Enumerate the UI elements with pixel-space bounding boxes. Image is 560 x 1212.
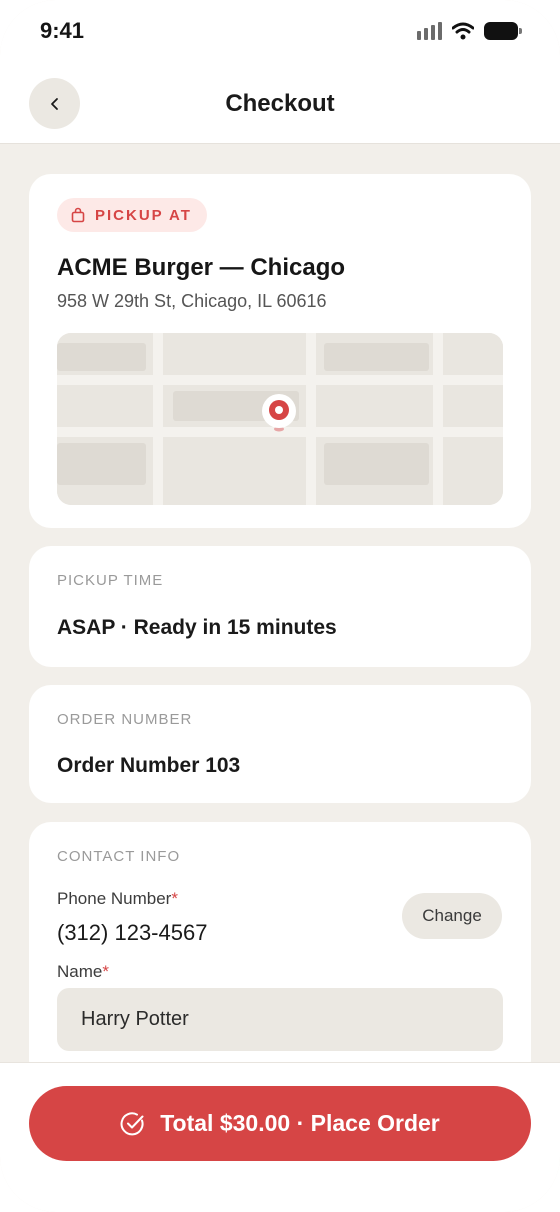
contact-info-card: CONTACT INFO Phone Number* (312) 123-456… bbox=[29, 822, 531, 1082]
battery-icon bbox=[484, 22, 522, 40]
store-name: ACME Burger — Chicago bbox=[57, 254, 346, 281]
store-address: 958 W 29th St, Chicago, IL 60616 bbox=[57, 291, 327, 311]
check-circle-icon bbox=[120, 1111, 144, 1135]
phone-number-value: (312) 123-4567 bbox=[57, 920, 208, 945]
bag-icon bbox=[71, 207, 85, 223]
name-input[interactable] bbox=[57, 988, 503, 1051]
place-order-label: Total $30.00 · Place Order bbox=[160, 1110, 440, 1136]
pickup-time-label: PICKUP TIME bbox=[57, 572, 164, 589]
status-time: 9:41 bbox=[40, 18, 85, 43]
order-number-value: Order Number 103 bbox=[57, 754, 241, 777]
wifi-icon bbox=[452, 22, 474, 40]
phone-number-label: Phone Number* bbox=[57, 889, 178, 909]
location-pin-icon bbox=[262, 394, 296, 432]
bottom-bar: Total $30.00 · Place Order bbox=[0, 1062, 560, 1212]
phone-number-label-text: Phone Number bbox=[57, 889, 172, 908]
order-number-label: ORDER NUMBER bbox=[57, 711, 193, 728]
status-bar: 9:41 bbox=[0, 0, 560, 62]
change-phone-button[interactable]: Change bbox=[402, 893, 502, 939]
pickup-badge: PICKUP AT bbox=[57, 198, 207, 232]
order-number-card: ORDER NUMBER Order Number 103 bbox=[29, 685, 531, 803]
cellular-signal-icon bbox=[417, 22, 442, 40]
required-mark: * bbox=[102, 962, 109, 981]
required-mark: * bbox=[171, 889, 178, 908]
pickup-location-card: PICKUP AT ACME Burger — Chicago 958 W 29… bbox=[29, 174, 531, 528]
contact-info-label: CONTACT INFO bbox=[57, 848, 181, 865]
place-order-button[interactable]: Total $30.00 · Place Order bbox=[29, 1086, 531, 1161]
pickup-time-card[interactable]: PICKUP TIME ASAP · Ready in 15 minutes bbox=[29, 546, 531, 667]
name-label-text: Name bbox=[57, 962, 103, 981]
store-map[interactable] bbox=[57, 333, 503, 505]
name-label: Name* bbox=[57, 962, 109, 982]
phone-screen: 9:41 Checkout PICKUP AT ACME Burger — Ch… bbox=[0, 0, 560, 1212]
header: Checkout bbox=[0, 62, 560, 144]
pickup-badge-label: PICKUP AT bbox=[95, 206, 192, 224]
page-title: Checkout bbox=[225, 90, 335, 117]
status-icons bbox=[417, 22, 522, 40]
pickup-time-value: ASAP · Ready in 15 minutes bbox=[57, 616, 337, 639]
